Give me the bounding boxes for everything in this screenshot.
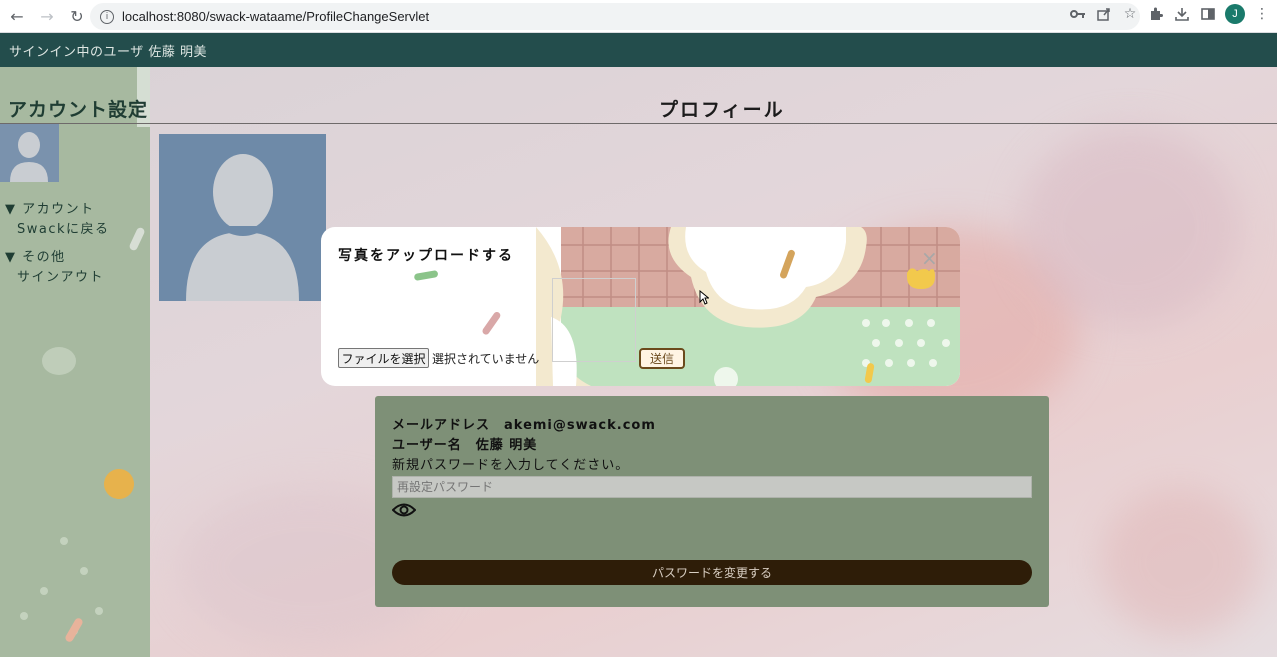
close-icon[interactable]: × <box>921 248 938 268</box>
user-silhouette-icon <box>186 154 299 301</box>
menu-heading-account[interactable]: ▼ アカウント <box>5 198 95 217</box>
page-title: プロフィール <box>659 99 785 121</box>
title-divider <box>0 123 1277 124</box>
send-button[interactable]: 送信 <box>639 348 685 369</box>
extensions-icon[interactable] <box>1147 5 1165 23</box>
sidebar-avatar[interactable] <box>0 124 59 182</box>
email-line: メールアドレス akemi@swack.com <box>392 418 656 433</box>
more-menu-icon[interactable]: ⋮ <box>1253 5 1271 23</box>
sidebar-item-back-to-swack[interactable]: Swackに戻る <box>17 218 110 237</box>
browser-toolbar: ← → ↻ i localhost:8080/swack-wataame/Pro… <box>0 0 1277 33</box>
photo-preview <box>552 278 636 362</box>
sidebar-item-sign-out[interactable]: サインアウト <box>17 266 104 285</box>
eye-icon[interactable] <box>392 502 416 518</box>
reload-icon[interactable]: ↻ <box>64 3 90 29</box>
app-header: サインイン中のユーザ 佐藤 明美 <box>0 33 1277 67</box>
choose-file-button[interactable]: ファイルを選択 <box>338 348 429 368</box>
user-silhouette-icon <box>10 132 48 182</box>
side-panel-icon[interactable] <box>1199 5 1217 23</box>
modal-title: 写真をアップロードする <box>338 248 514 264</box>
file-status-text: 選択されていません <box>432 352 540 366</box>
forward-arrow-icon[interactable]: → <box>34 3 60 29</box>
change-password-button[interactable]: パスワードを変更する <box>392 560 1032 585</box>
profile-info-card: メールアドレス akemi@swack.com ユーザー名 佐藤 明美 新規パス… <box>375 396 1049 607</box>
menu-heading-other[interactable]: ▼ その他 <box>5 246 66 265</box>
password-prompt: 新規パスワードを入力してください。 <box>392 458 630 473</box>
address-bar[interactable]: i localhost:8080/swack-wataame/ProfileCh… <box>90 3 1140 30</box>
username-line: ユーザー名 佐藤 明美 <box>392 438 538 453</box>
site-info-icon[interactable]: i <box>100 9 114 24</box>
sidebar-title: アカウント設定 <box>8 99 149 121</box>
mouse-cursor-icon <box>699 290 709 305</box>
download-icon[interactable] <box>1173 5 1191 23</box>
browser-profile-avatar[interactable]: J <box>1225 4 1245 24</box>
upload-photo-modal: 写真をアップロードする × ファイルを選択 選択されていません 送信 <box>321 227 960 386</box>
url-text: localhost:8080/swack-wataame/ProfileChan… <box>122 9 430 24</box>
new-password-input[interactable] <box>392 476 1032 498</box>
bookmark-star-icon[interactable]: ☆ <box>1121 5 1139 23</box>
signed-in-user-text: サインイン中のユーザ 佐藤 明美 <box>9 44 208 60</box>
key-icon[interactable] <box>1069 5 1087 23</box>
share-icon[interactable] <box>1095 5 1113 23</box>
back-arrow-icon[interactable]: ← <box>4 3 30 29</box>
profile-avatar[interactable] <box>159 134 326 301</box>
